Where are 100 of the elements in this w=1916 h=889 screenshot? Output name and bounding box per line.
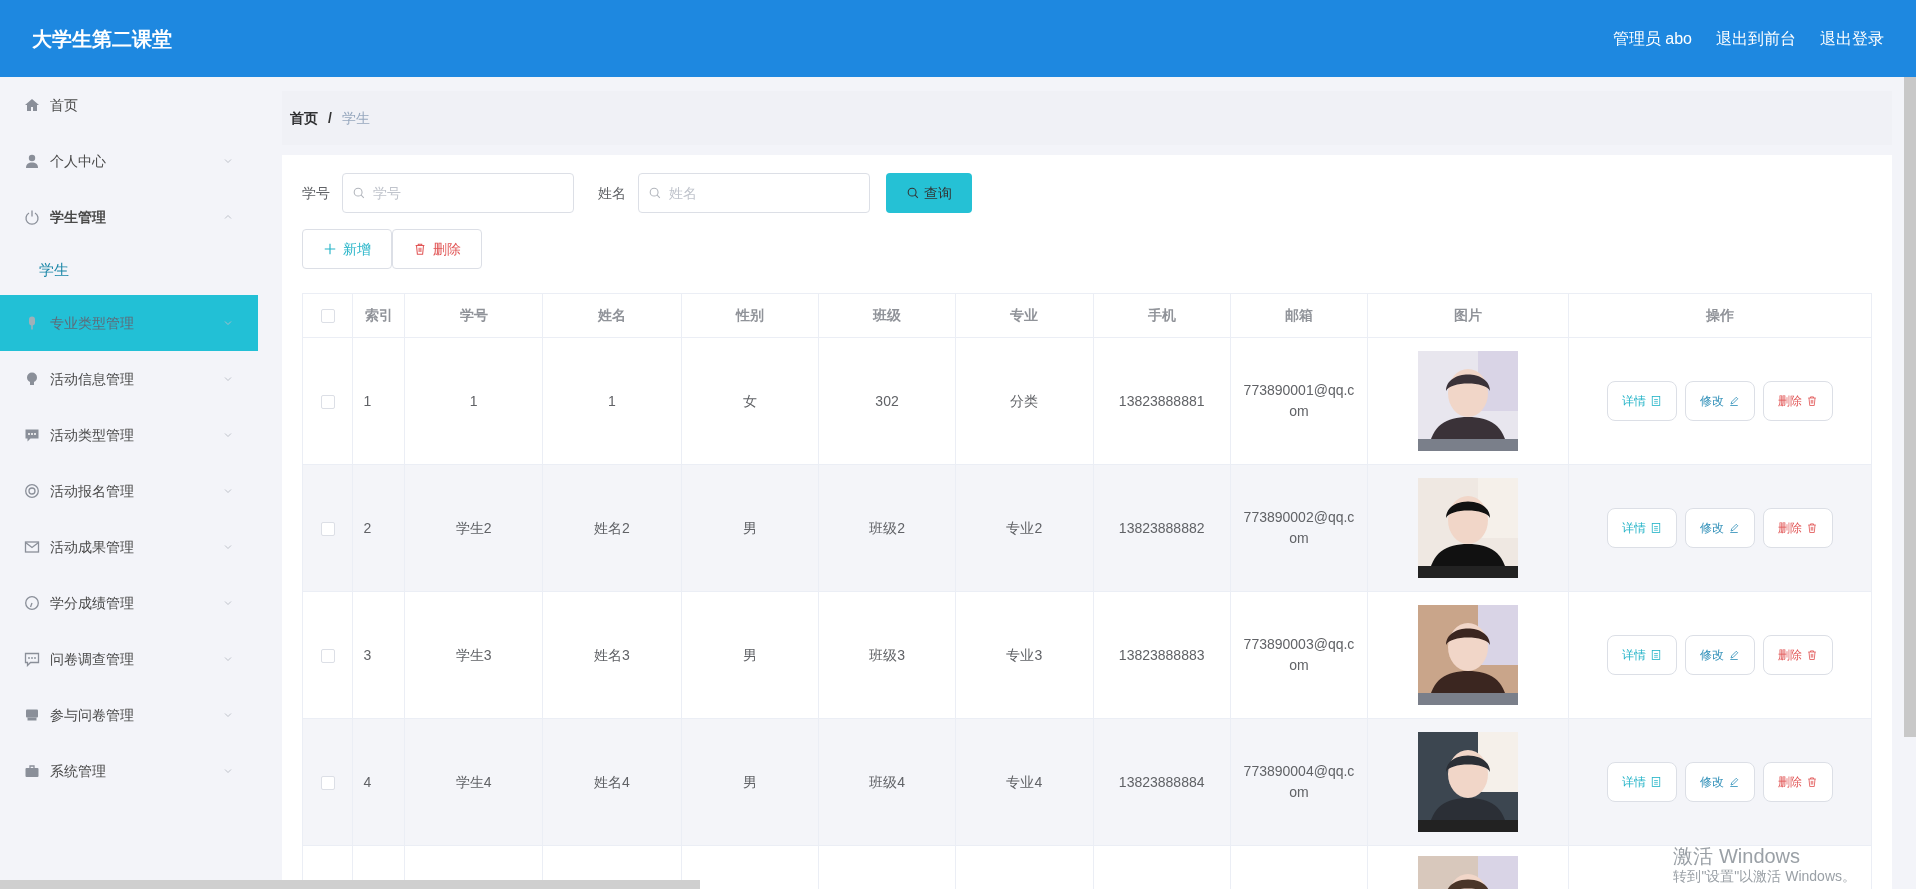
table-cell: 13823888881	[1093, 337, 1231, 465]
row-checkbox[interactable]	[320, 775, 335, 790]
delete-button[interactable]: 删除	[392, 229, 482, 269]
table-cell: 专业4	[955, 718, 1093, 846]
sidebar-item[interactable]: 活动报名管理	[0, 463, 258, 519]
table-cell: 学生3	[404, 591, 543, 719]
sidebar-item[interactable]: 专业类型管理	[0, 295, 258, 351]
table-cell: 班级4	[818, 718, 956, 846]
delete-button[interactable]: 删除	[1763, 762, 1833, 802]
pencil-icon	[1728, 522, 1740, 534]
sidebar-item[interactable]: 首页	[0, 77, 258, 133]
select-all-checkbox[interactable]	[320, 309, 335, 324]
table-cell: 男	[681, 718, 819, 846]
sidebar-item[interactable]: 问卷调查管理	[0, 631, 258, 687]
table-cell: 302	[818, 337, 956, 465]
edit-button[interactable]: 修改	[1685, 381, 1755, 421]
trash-icon	[1806, 395, 1818, 407]
delete-button[interactable]: 删除	[1763, 635, 1833, 675]
gauge-icon	[24, 595, 40, 611]
table-cell: 1	[404, 337, 543, 465]
column-header: 专业	[955, 293, 1093, 338]
pencil-icon	[1728, 395, 1740, 407]
trash-icon	[1806, 776, 1818, 788]
table-cell: 1	[542, 337, 682, 465]
table-cell: 男	[681, 591, 819, 719]
field-label: 学号	[302, 183, 330, 203]
table-cell: 3	[352, 591, 405, 719]
add-button[interactable]: 新增	[302, 229, 392, 269]
power-icon	[24, 209, 40, 225]
scrollbar[interactable]	[1904, 77, 1916, 737]
edit-button[interactable]: 修改	[1685, 508, 1755, 548]
detail-button[interactable]: 详情	[1607, 635, 1677, 675]
sidebar-item[interactable]: 活动成果管理	[0, 519, 258, 575]
table-cell: 13823888882	[1093, 464, 1231, 592]
detail-button[interactable]: 详情	[1607, 381, 1677, 421]
header-link[interactable]: 退出登录	[1820, 26, 1884, 51]
table-cell-text: 773890004@qq.com	[1243, 762, 1355, 802]
column-header: 索引	[352, 293, 405, 338]
table-cell: 男	[681, 464, 819, 592]
row-checkbox[interactable]	[320, 648, 335, 663]
chat-dots-icon	[24, 651, 40, 667]
table-cell: 姓名4	[542, 718, 682, 846]
sidebar-item[interactable]: 参与问卷管理	[0, 687, 258, 743]
column-header: 手机	[1093, 293, 1231, 338]
edit-button[interactable]: 修改	[1685, 635, 1755, 675]
search-icon	[352, 186, 366, 200]
sidebar-item[interactable]: 学分成绩管理	[0, 575, 258, 631]
header-link[interactable]: 管理员 abo	[1612, 26, 1692, 51]
search-field[interactable]: 学号	[342, 173, 574, 213]
app-title: 大学生第二课堂	[32, 26, 172, 52]
doc-icon	[1650, 649, 1662, 661]
table-cell: 班级3	[818, 591, 956, 719]
column-header: 班级	[818, 293, 956, 338]
detail-button[interactable]: 详情	[1607, 762, 1677, 802]
table-cell: 2	[352, 464, 405, 592]
column-header: 学号	[404, 293, 543, 338]
home-icon	[24, 97, 40, 113]
briefcase-icon	[24, 763, 40, 779]
delete-button[interactable]: 删除	[1763, 508, 1833, 548]
sidebar-item[interactable]: 活动信息管理	[0, 351, 258, 407]
table-cell: 女	[681, 337, 819, 465]
table-cell: 13823888883	[1093, 591, 1231, 719]
detail-button[interactable]: 详情	[1607, 508, 1677, 548]
field-label: 姓名	[598, 183, 626, 203]
search-icon	[648, 186, 662, 200]
table-cell-text: 773890001@qq.com	[1243, 381, 1355, 421]
activation-title: 激活 Windows	[1673, 844, 1802, 869]
column-header: 图片	[1367, 293, 1569, 338]
table-cell: 班级2	[818, 464, 956, 592]
table-cell-text: 773890003@qq.com	[1243, 635, 1355, 675]
breadcrumb-current: 学生	[341, 108, 370, 128]
column-header: 性别	[681, 293, 819, 338]
doc-icon	[1650, 522, 1662, 534]
trash-icon	[413, 242, 427, 256]
sidebar-item[interactable]: 学生管理	[0, 189, 258, 245]
delete-button[interactable]: 删除	[1763, 381, 1833, 421]
column-header: 姓名	[542, 293, 682, 338]
search-field[interactable]: 姓名	[638, 173, 870, 213]
submenu-item[interactable]: 学生	[39, 258, 69, 282]
activation-hint: 转到"设置"以激活 Windows。	[1673, 868, 1856, 885]
sidebar-item[interactable]: 个人中心	[0, 133, 258, 189]
scrollbar[interactable]	[0, 880, 700, 889]
edit-button[interactable]: 修改	[1685, 762, 1755, 802]
search-button[interactable]: 查询	[886, 173, 972, 213]
row-checkbox[interactable]	[320, 521, 335, 536]
sidebar-item[interactable]: 活动类型管理	[0, 407, 258, 463]
row-checkbox[interactable]	[320, 394, 335, 409]
plus-icon	[323, 242, 337, 256]
chat-icon	[24, 427, 40, 443]
header-link[interactable]: 退出到前台	[1716, 26, 1796, 51]
breadcrumb-link[interactable]: 首页	[290, 107, 318, 129]
sidebar-item[interactable]: 系统管理	[0, 743, 258, 799]
breadcrumb-separator: /	[328, 108, 332, 128]
doc-icon	[1650, 395, 1662, 407]
table-cell: 13823888884	[1093, 718, 1231, 846]
pencil-icon	[1728, 649, 1740, 661]
table-cell: 姓名2	[542, 464, 682, 592]
column-header: 操作	[1568, 293, 1872, 338]
table-cell: 专业3	[955, 591, 1093, 719]
lifebuoy-icon	[24, 483, 40, 499]
